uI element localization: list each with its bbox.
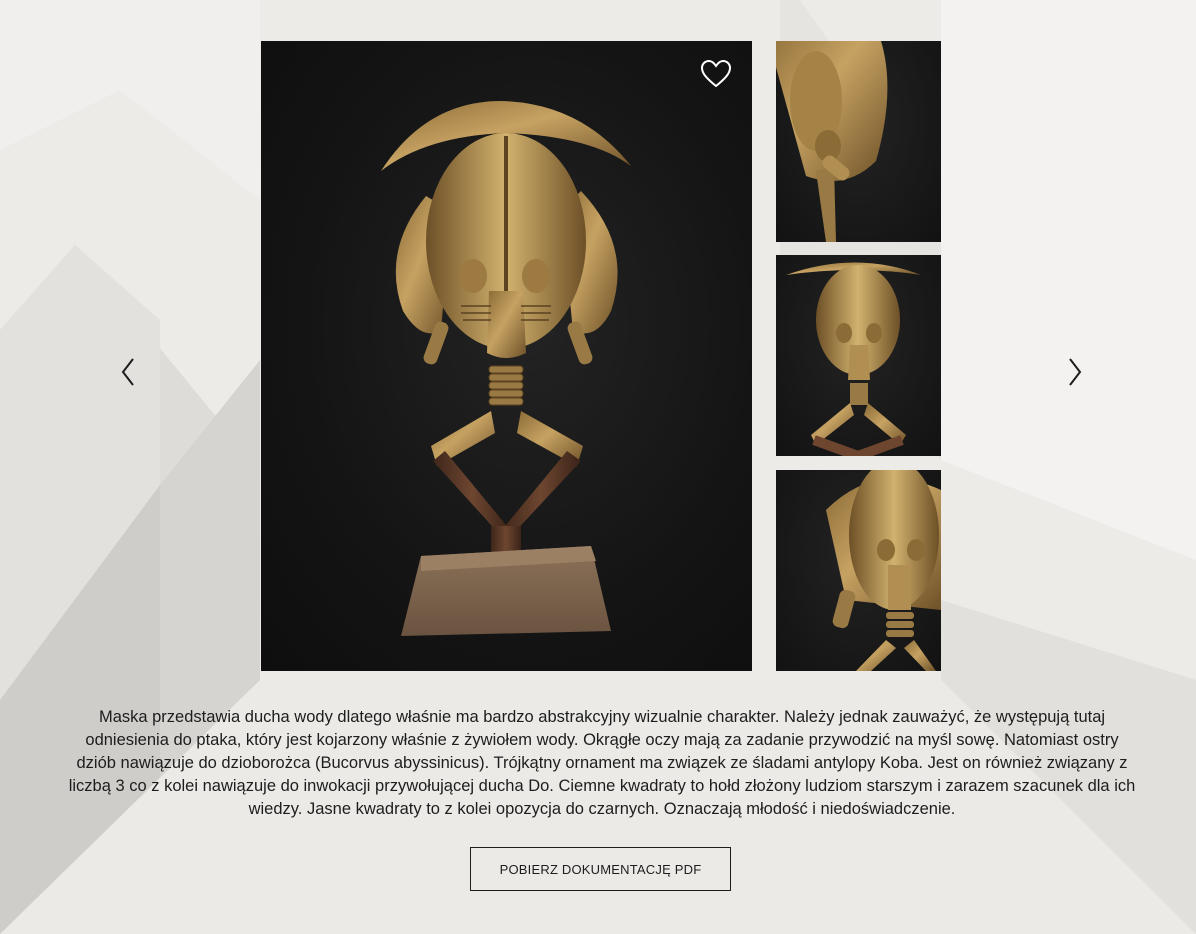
thumbnail-3[interactable] [776, 470, 941, 671]
main-image[interactable] [261, 41, 752, 671]
kota-figure-three-quarter-icon [786, 262, 921, 456]
chevron-left-icon [121, 358, 134, 386]
kota-figure-side-icon [826, 470, 941, 671]
thumbnail-2[interactable] [776, 255, 941, 456]
kota-figure-closeup-icon [776, 41, 888, 242]
thumbnail-1[interactable] [776, 41, 941, 242]
favorite-button[interactable] [700, 59, 732, 89]
chevron-right-icon [1069, 358, 1082, 386]
heart-icon [700, 59, 732, 88]
download-pdf-button[interactable]: POBIERZ DOKUMENTACJĘ PDF [470, 847, 731, 891]
previous-arrow-button[interactable] [109, 352, 149, 392]
kota-figure-icon [381, 101, 631, 636]
description-text: Maska przedstawia ducha wody dlatego wła… [68, 708, 1136, 818]
next-arrow-button[interactable] [1054, 352, 1094, 392]
